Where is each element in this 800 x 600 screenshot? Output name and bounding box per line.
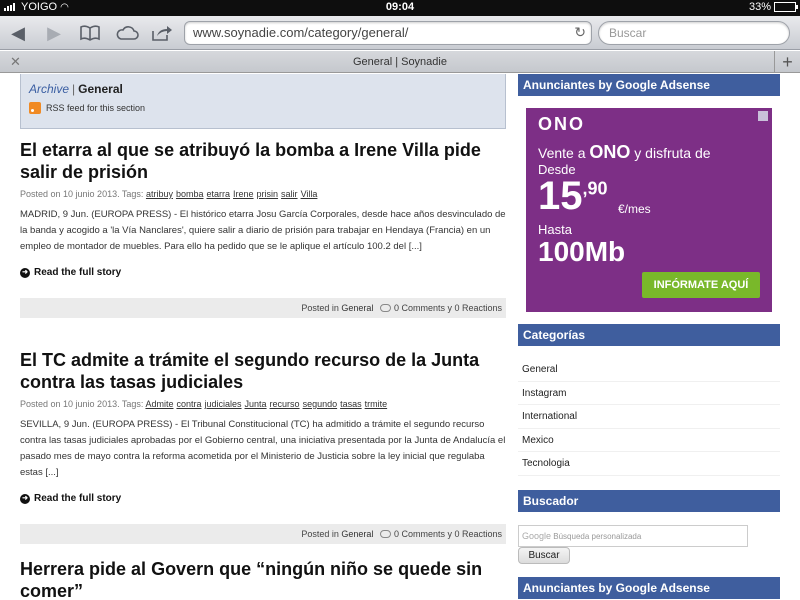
comment-icon — [379, 530, 391, 538]
post: El TC admite a trámite el segundo recurs… — [20, 349, 506, 544]
bookmarks-icon[interactable] — [78, 21, 102, 45]
ad-headline-brand: ONO — [589, 142, 631, 162]
page-content: Archive | General RSS feed for this sectio… — [0, 74, 800, 600]
tag-link[interactable]: tasas — [340, 399, 362, 409]
post-title[interactable]: El TC admite a trámite el segundo recurs… — [20, 349, 506, 393]
post-date: Posted on 10 junio 2013. Tags: — [20, 399, 144, 409]
ono-advertisement[interactable]: ONO Vente a ONO y disfruta de Desde 15,9… — [526, 108, 772, 312]
ad-headline: Vente a ONO y disfruta de — [538, 142, 711, 163]
sidebar: Anunciantes by Google Adsense ONO Vente … — [518, 74, 780, 599]
read-more-label: Read the full story — [34, 493, 122, 504]
icloud-icon[interactable] — [114, 21, 140, 45]
adchoices-icon[interactable] — [758, 111, 768, 121]
post-excerpt: SEVILLA, 9 Jun. (EUROPA PRESS) - El Trib… — [20, 419, 506, 478]
tag-link[interactable]: segundo — [303, 399, 338, 409]
main-column: Archive | General RSS feed for this sectio… — [20, 74, 506, 600]
read-more-link[interactable]: ➜ Read the full story — [20, 267, 506, 278]
archive-header: Archive | General RSS feed for this sectio… — [20, 74, 506, 129]
ad-headline-prefix: Vente a — [538, 145, 586, 161]
categories-heading: Categorías — [518, 324, 780, 346]
post-title[interactable]: Herrera pide al Govern que “ningún niño … — [20, 558, 506, 600]
new-tab-button[interactable]: + — [774, 51, 800, 73]
ad-price-dec: ,90 — [582, 178, 608, 199]
google-logo: Google — [522, 531, 552, 541]
category-link[interactable]: Instagram — [518, 382, 780, 405]
posted-in-label: Posted in — [301, 529, 339, 539]
ad-brand-logo: ONO — [538, 114, 586, 134]
google-search-placeholder: Búsqueda personalizada — [553, 532, 642, 541]
tag-link[interactable]: prisin — [257, 189, 279, 199]
ad-price-unit: €/mes — [618, 202, 651, 216]
posted-in-label: Posted in — [301, 303, 339, 313]
arrow-right-icon: ➜ — [20, 493, 30, 504]
search-placeholder: Buscar — [609, 26, 647, 40]
category-link[interactable]: General — [341, 529, 373, 539]
ads-heading: Anunciantes by Google Adsense — [518, 74, 780, 96]
ad-price-int: 15 — [538, 174, 583, 218]
tag-link[interactable]: etarra — [207, 189, 231, 199]
rss-link[interactable]: RSS feed for this section — [46, 103, 145, 113]
post-date: Posted on 10 junio 2013. Tags: — [20, 189, 144, 199]
ad-headline-suffix: y disfruta de — [634, 145, 711, 161]
google-search-button[interactable]: Buscar — [518, 547, 570, 564]
post-title[interactable]: El etarra al que se atribuyó la bomba a … — [20, 139, 506, 183]
category-link[interactable]: Tecnologia — [518, 452, 780, 476]
tag-link[interactable]: judiciales — [204, 399, 241, 409]
url-text: www.soynadie.com/category/general/ — [193, 25, 409, 40]
google-search-input[interactable]: Google Búsqueda personalizada — [518, 525, 748, 547]
battery-percent: 33% — [748, 1, 771, 13]
address-bar[interactable]: www.soynadie.com/category/general/ ↻ — [184, 21, 592, 45]
comments-link[interactable]: 0 Comments y 0 Reactions — [394, 529, 502, 539]
tab-title[interactable]: General | Soynadie — [0, 56, 800, 68]
archive-link[interactable]: Archive — [29, 82, 69, 96]
categories-list: General Instagram International Mexico T… — [518, 358, 780, 476]
ad-cta-button[interactable]: INFÓRMATE AQUÍ — [642, 272, 760, 298]
back-icon[interactable]: ◀ — [8, 21, 28, 45]
tag-link[interactable]: Irene — [233, 189, 254, 199]
rss-icon[interactable] — [29, 102, 41, 114]
tag-link[interactable]: bomba — [176, 189, 204, 199]
ad-price: 15,90 — [538, 174, 608, 219]
search-field[interactable]: Buscar — [598, 21, 790, 45]
ads-heading-2: Anunciantes by Google Adsense — [518, 577, 780, 599]
ad-hasta: Hasta — [538, 222, 572, 237]
clock: 09:04 — [385, 1, 415, 13]
battery-info: 33% — [748, 1, 798, 13]
buscador-heading: Buscador — [518, 490, 780, 512]
tab-bar: ✕ General | Soynadie + — [0, 51, 800, 73]
tag-link[interactable]: Junta — [245, 399, 267, 409]
post-excerpt: MADRID, 9 Jun. (EUROPA PRESS) - El histó… — [20, 209, 506, 252]
browser-toolbar: ◀ ▶ www.soynadie.com/category/general/ ↻… — [0, 16, 800, 50]
arrow-right-icon: ➜ — [20, 267, 30, 278]
post-meta: Posted on 10 junio 2013. Tags: atribuy bo… — [20, 189, 506, 199]
tag-link[interactable]: Villa — [301, 189, 318, 199]
comment-icon — [379, 304, 391, 312]
status-bar: YOIGO ◠ 09:04 33% — [0, 0, 800, 16]
forward-icon[interactable]: ▶ — [44, 21, 64, 45]
category-link[interactable]: Mexico — [518, 429, 780, 452]
tag-link[interactable]: recurso — [270, 399, 300, 409]
archive-current: General — [78, 82, 123, 96]
ad-speed: 100Mb — [538, 236, 626, 267]
tag-link[interactable]: Admite — [145, 399, 173, 409]
comments-link[interactable]: 0 Comments y 0 Reactions — [394, 303, 502, 313]
tag-link[interactable]: salir — [281, 189, 298, 199]
post: Herrera pide al Govern que “ningún niño … — [20, 558, 506, 600]
post-meta: Posted on 10 junio 2013. Tags: Admite con… — [20, 399, 506, 409]
post-footer: Posted in General 0 Comments y 0 Reactio… — [20, 298, 506, 318]
tag-link[interactable]: atribuy — [146, 189, 173, 199]
category-link[interactable]: General — [518, 358, 780, 382]
post: El etarra al que se atribuyó la bomba a … — [20, 139, 506, 318]
post-footer: Posted in General 0 Comments y 0 Reactio… — [20, 524, 506, 544]
tag-link[interactable]: trmite — [365, 399, 388, 409]
battery-icon — [774, 2, 798, 12]
share-icon[interactable] — [150, 21, 174, 45]
category-link[interactable]: General — [341, 303, 373, 313]
read-more-link[interactable]: ➜ Read the full story — [20, 493, 506, 504]
reload-icon[interactable]: ↻ — [574, 24, 586, 41]
archive-separator: | — [72, 82, 76, 96]
category-link[interactable]: International — [518, 405, 780, 429]
read-more-label: Read the full story — [34, 267, 122, 278]
tag-link[interactable]: contra — [176, 399, 201, 409]
